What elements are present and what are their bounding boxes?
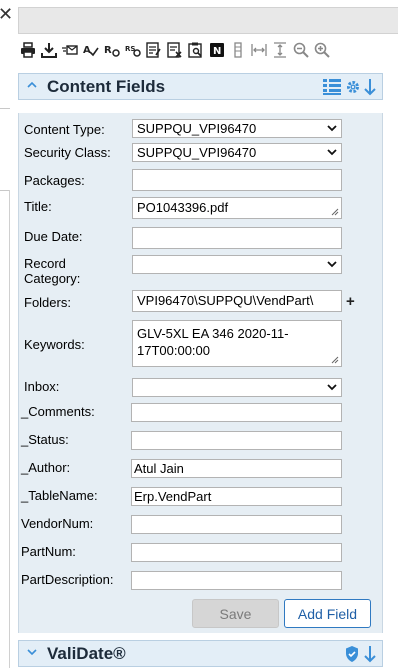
content-type-select[interactable]: SUPPQU_VPI96470: [132, 119, 342, 138]
close-form-icon[interactable]: [166, 41, 184, 59]
part-description-input[interactable]: [131, 571, 342, 590]
folders-input[interactable]: VPI96470\SUPPQU\VendPart\: [132, 290, 342, 312]
list-view-icon[interactable]: [322, 78, 342, 96]
document-toolbar: A R RS N: [19, 40, 331, 60]
panel-title-bar: [18, 7, 398, 34]
resize-handle-icon[interactable]: [331, 356, 339, 364]
spellcheck-icon[interactable]: A: [82, 41, 100, 59]
content-type-label: Content Type:: [24, 122, 105, 137]
chevron-down-icon: [327, 149, 337, 156]
fit-height-icon[interactable]: [271, 41, 289, 59]
divider: [0, 108, 10, 109]
status-input[interactable]: [131, 431, 342, 450]
zoom-in-icon[interactable]: [313, 41, 331, 59]
security-class-label: Security Class:: [24, 145, 111, 160]
part-num-input[interactable]: [131, 543, 342, 562]
add-folder-button[interactable]: +: [346, 293, 355, 310]
chevron-down-icon[interactable]: [27, 647, 39, 660]
clipboard-search-icon[interactable]: [187, 41, 205, 59]
part-description-label: PartDescription:: [21, 572, 114, 587]
arrow-down-icon[interactable]: [364, 78, 376, 96]
part-num-label: PartNum:: [21, 544, 76, 559]
svg-text:R: R: [104, 45, 112, 56]
keywords-line: GLV-5XL EA 346 2020-11-: [137, 326, 289, 341]
close-icon[interactable]: ✕: [0, 6, 13, 24]
vendor-num-input[interactable]: [131, 515, 342, 534]
title-input[interactable]: PO1043396.pdf: [132, 197, 342, 219]
resize-handle-icon[interactable]: [331, 208, 339, 216]
security-class-select[interactable]: SUPPQU_VPI96470: [132, 143, 342, 162]
section-actions: [322, 78, 376, 96]
form-icon[interactable]: [145, 41, 163, 59]
left-panel-strip: ✕: [0, 0, 13, 668]
title-label: Title:: [24, 199, 52, 214]
divider: [9, 190, 10, 668]
email-icon[interactable]: [61, 41, 79, 59]
security-class-value: SUPPQU_VPI96470: [137, 145, 257, 160]
keywords-line: 17T00:00:00: [137, 343, 211, 358]
keywords-input[interactable]: GLV-5XL EA 346 2020-11- 17T00:00:00: [132, 320, 342, 367]
inbox-select[interactable]: [132, 378, 342, 397]
svg-text:A: A: [83, 45, 91, 56]
due-date-input[interactable]: [132, 227, 342, 249]
app-root: ✕ A R RS N Content Fields Content Type: …: [0, 0, 398, 668]
column-icon[interactable]: [229, 41, 247, 59]
chevron-up-icon[interactable]: [27, 80, 39, 93]
content-type-value: SUPPQU_VPI96470: [137, 121, 257, 136]
svg-text:N: N: [213, 46, 221, 57]
arrow-down-icon[interactable]: [364, 645, 376, 663]
download-icon[interactable]: [40, 41, 58, 59]
fit-width-icon[interactable]: [250, 41, 268, 59]
status-label: _Status:: [21, 432, 69, 447]
shield-check-icon[interactable]: [344, 645, 360, 663]
route-icon[interactable]: RS: [124, 41, 142, 59]
table-name-input[interactable]: Erp.VendPart: [131, 487, 342, 506]
section-actions: [344, 645, 376, 663]
chevron-down-icon: [327, 261, 337, 268]
chevron-down-icon: [327, 384, 337, 391]
section-title: Content Fields: [47, 76, 166, 96]
redirect-icon[interactable]: R: [103, 41, 121, 59]
keywords-label: Keywords:: [24, 337, 85, 352]
due-date-label: Due Date:: [24, 229, 83, 244]
title-value: PO1043396.pdf: [137, 200, 229, 215]
vendor-num-label: VendorNum:: [21, 516, 94, 531]
gear-icon[interactable]: [346, 80, 360, 94]
validate-header[interactable]: ValiDate®: [18, 640, 383, 667]
packages-label: Packages:: [24, 173, 85, 188]
folders-label: Folders:: [24, 295, 71, 310]
record-category-label-1: Record: [24, 256, 66, 271]
zoom-out-icon[interactable]: [292, 41, 310, 59]
add-field-button[interactable]: Add Field: [284, 599, 371, 628]
inbox-label: Inbox:: [24, 379, 60, 394]
print-icon[interactable]: [19, 41, 37, 59]
chevron-down-icon: [327, 125, 337, 132]
record-category-select[interactable]: [132, 255, 342, 274]
table-name-label: _TableName:: [21, 488, 98, 503]
save-button[interactable]: Save: [192, 599, 279, 628]
content-fields-header[interactable]: Content Fields: [18, 73, 383, 100]
record-category-label-2: Category:: [24, 271, 81, 286]
section-title: ValiDate®: [47, 643, 126, 663]
packages-input[interactable]: [132, 169, 342, 191]
comments-input[interactable]: [131, 403, 342, 422]
notes-icon[interactable]: N: [208, 41, 226, 59]
author-input[interactable]: Atul Jain: [131, 459, 342, 478]
comments-label: _Comments:: [21, 404, 95, 419]
author-label: _Author:: [21, 460, 71, 475]
